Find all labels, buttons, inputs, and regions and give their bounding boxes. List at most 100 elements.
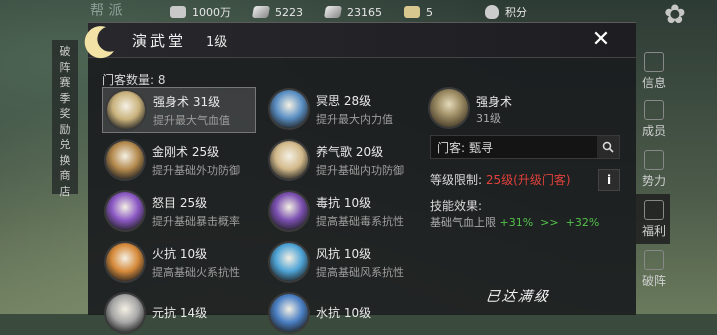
strip-char: 换 xyxy=(59,153,71,167)
close-button[interactable]: ✕ xyxy=(586,25,616,55)
guild-title-deco: 帮 派 xyxy=(90,3,123,19)
strength-skill-icon xyxy=(430,89,468,127)
strip-char: 商 xyxy=(59,169,71,182)
shield-icon xyxy=(485,5,499,19)
resource-bar: 1000万 5223 23165 5 积分 xyxy=(170,0,570,24)
effect-line: 基础气血上限 +31% >> +32% xyxy=(430,216,600,229)
skill-name: 风抗 10级 xyxy=(316,246,372,261)
skill-item[interactable]: 强身术 31级 提升最大气血值 xyxy=(102,87,256,133)
member-field[interactable]: 门客: 甄寻 xyxy=(430,135,620,159)
skill-name: 养气歌 20级 xyxy=(316,144,384,159)
skill-item[interactable]: 风抗 10级提高基础风系抗性 xyxy=(266,240,418,284)
skill-text: 元抗 14级 xyxy=(152,304,207,323)
resource-points[interactable]: 积分 xyxy=(485,4,527,20)
element-resist-icon xyxy=(106,294,144,332)
skill-detail: 强身术 31级 门客: 甄寻 等级限制: 25级(升级门客) i 技能效果: 基… xyxy=(426,85,626,315)
sidebar-item-info[interactable]: 信息 xyxy=(640,52,668,91)
level-limit: 等级限制: 25级(升级门客) xyxy=(430,173,571,187)
skill-text: 强身术 31级 提升最大气血值 xyxy=(153,93,230,128)
skill-text: 风抗 10级提高基础风系抗性 xyxy=(316,245,404,280)
strip-char: 破 xyxy=(59,45,71,58)
skill-name: 强身术 31级 xyxy=(153,94,221,109)
flower-deco-icon: ✿ xyxy=(664,0,686,30)
member-count: 门客数量: 8 xyxy=(102,73,166,87)
wind-resist-icon xyxy=(270,243,308,281)
sidebar-item-battle[interactable]: 破阵 xyxy=(640,250,668,289)
skill-desc: 提高基础火系抗性 xyxy=(152,265,240,279)
skill-item[interactable]: 元抗 14级 xyxy=(102,291,254,335)
resource-coin: 1000万 xyxy=(170,4,231,20)
water-resist-icon xyxy=(270,294,308,332)
skill-desc: 提升最大内力值 xyxy=(316,112,393,126)
skill-desc: 提高基础风系抗性 xyxy=(316,265,404,279)
skill-name: 冥思 28级 xyxy=(316,93,372,108)
season-shop-strip[interactable]: 破阵赛季奖励兑换商店 xyxy=(52,40,78,198)
skill-text: 养气歌 20级提升基础内功防御 xyxy=(316,143,404,178)
detail-skill-level: 31级 xyxy=(476,112,501,125)
strip-char: 阵 xyxy=(59,60,71,74)
skill-text: 火抗 10级提高基础火系抗性 xyxy=(152,245,240,280)
skill-item[interactable]: 怒目 25级提升基础暴击概率 xyxy=(102,189,254,233)
skill-desc: 提升基础内功防御 xyxy=(316,163,404,177)
glare-skill-icon xyxy=(106,192,144,230)
sidebar-item-power[interactable]: 势力 xyxy=(640,150,668,189)
strip-char: 店 xyxy=(59,184,71,198)
member-label: 门客: xyxy=(437,140,466,155)
power-icon xyxy=(644,150,664,170)
scroll-icon xyxy=(404,6,420,18)
skill-desc: 提升基础暴击概率 xyxy=(152,214,240,228)
coin-icon xyxy=(170,6,186,18)
fire-resist-icon xyxy=(106,243,144,281)
detail-skill-name: 强身术 xyxy=(476,95,513,109)
skill-item[interactable]: 金刚术 25级提升基础外功防御 xyxy=(102,138,254,182)
members-icon xyxy=(644,100,664,120)
meditation-skill-icon xyxy=(270,90,308,128)
battle-icon xyxy=(644,250,664,270)
strip-char: 季 xyxy=(59,91,71,105)
skill-item[interactable]: 养气歌 20级提升基础内功防御 xyxy=(266,138,418,182)
strip-char: 兑 xyxy=(59,138,71,151)
member-value: 甄寻 xyxy=(469,140,494,155)
right-sidebar: 信息 成员 势力 福利 破阵 xyxy=(636,50,717,314)
skill-item[interactable]: 火抗 10级提高基础火系抗性 xyxy=(102,240,254,284)
skill-item[interactable]: 毒抗 10级提高基础毒系抗性 xyxy=(266,189,418,233)
skill-name: 金刚术 25级 xyxy=(152,144,220,159)
qi-song-skill-icon xyxy=(270,141,308,179)
skill-text: 水抗 10级 xyxy=(316,304,371,323)
skill-desc: 提升基础外功防御 xyxy=(152,163,240,177)
panel-header: 演武堂 1级 ✕ xyxy=(84,23,636,59)
strip-char: 奖 xyxy=(59,107,71,120)
sidebar-item-members[interactable]: 成员 xyxy=(640,100,668,139)
skill-name: 怒目 25级 xyxy=(152,195,208,210)
skill-name: 水抗 10级 xyxy=(316,305,372,320)
jade-token-icon xyxy=(323,6,343,18)
skill-item[interactable]: 水抗 10级 xyxy=(266,291,418,335)
strip-char: 励 xyxy=(59,122,71,136)
strip-char: 赛 xyxy=(59,76,71,89)
skill-desc: 提升最大气血值 xyxy=(153,113,230,127)
resource-jade: 23165 xyxy=(323,6,382,19)
max-level-stamp: 已达满级 xyxy=(484,289,551,305)
skill-name: 元抗 14级 xyxy=(152,305,208,320)
search-icon[interactable] xyxy=(597,136,619,158)
skill-name: 毒抗 10级 xyxy=(316,195,372,210)
silver-ingot-icon xyxy=(251,6,271,18)
info-icon xyxy=(644,52,664,72)
strength-skill-icon xyxy=(107,91,145,129)
poison-resist-icon xyxy=(270,192,308,230)
skill-name: 火抗 10级 xyxy=(152,246,208,261)
resource-silver: 5223 xyxy=(251,6,303,19)
skill-text: 怒目 25级提升基础暴击概率 xyxy=(152,194,240,229)
skill-text: 金刚术 25级提升基础外功防御 xyxy=(152,143,240,178)
welfare-icon xyxy=(644,200,664,220)
resource-scroll: 5 xyxy=(404,6,433,19)
moon-icon xyxy=(84,26,114,59)
skill-text: 冥思 28级提升最大内力值 xyxy=(316,92,393,127)
info-button[interactable]: i xyxy=(598,169,620,191)
page-title: 演武堂 xyxy=(132,32,187,50)
skill-desc: 提高基础毒系抗性 xyxy=(316,214,404,228)
skill-text: 毒抗 10级提高基础毒系抗性 xyxy=(316,194,404,229)
skill-item[interactable]: 冥思 28级提升最大内力值 xyxy=(266,87,418,131)
sidebar-item-welfare[interactable]: 福利 xyxy=(640,200,668,239)
effect-title: 技能效果: xyxy=(430,199,483,213)
